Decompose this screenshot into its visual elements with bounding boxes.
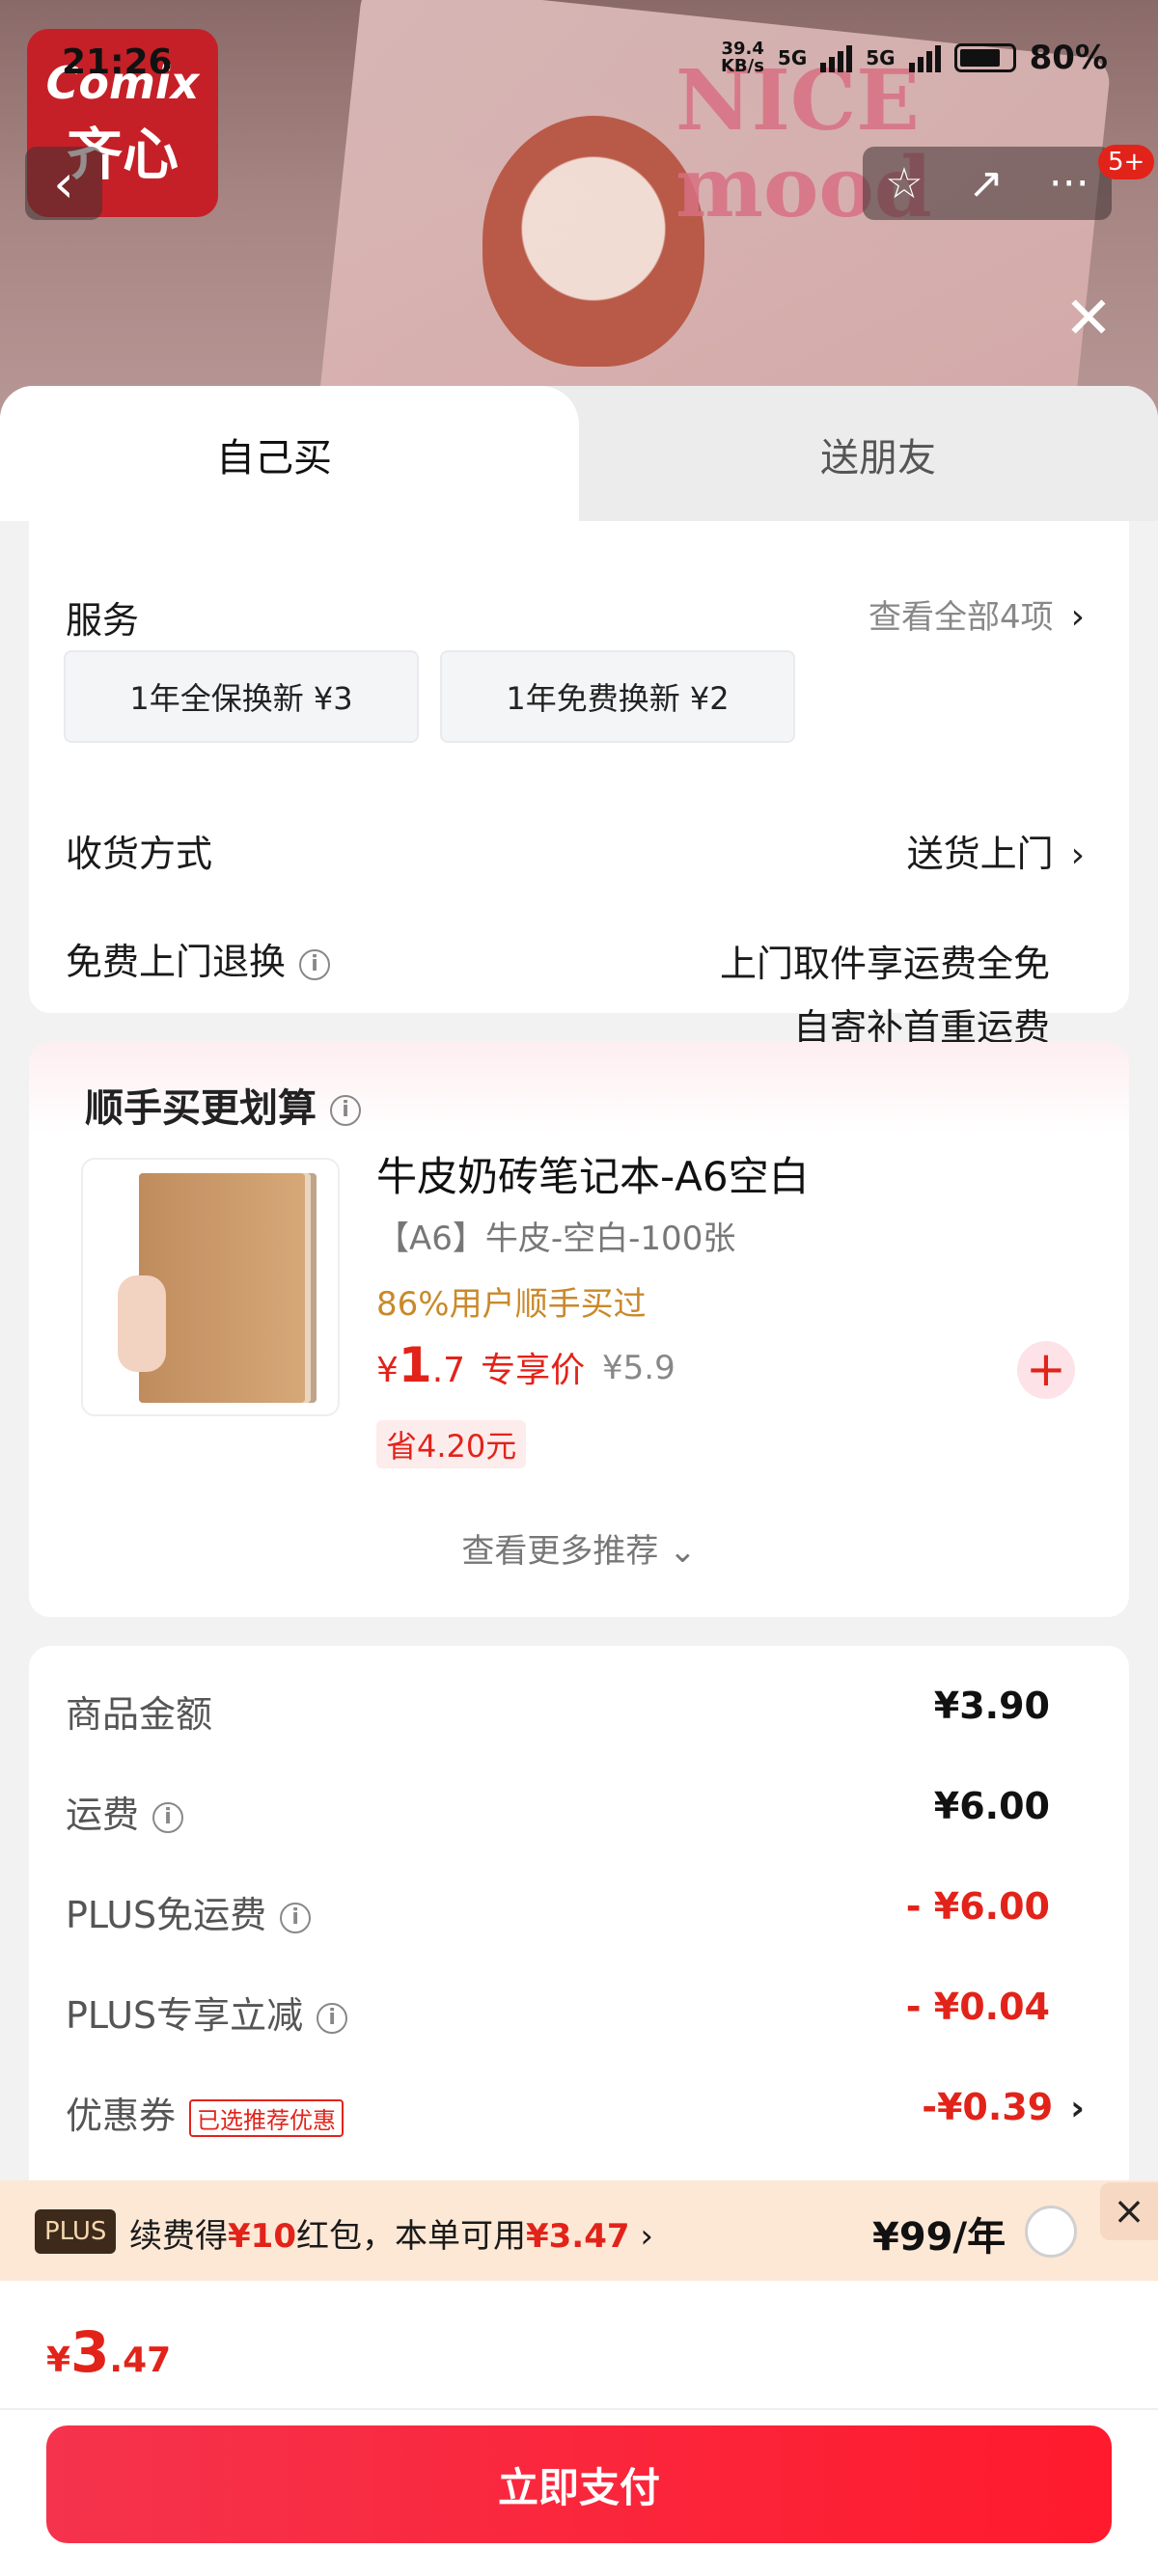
plus-text-a: 续费得: [129, 2217, 228, 2256]
free-return-detail: 上门取件享运费全免 自寄补首重运费: [720, 932, 1050, 1059]
close-icon[interactable]: ✕: [1060, 289, 1117, 347]
signal-icon: [820, 43, 853, 72]
coupon-recommended-tag: 已选推荐优惠: [189, 2099, 345, 2137]
free-return-line1: 上门取件享运费全免: [719, 943, 1050, 985]
plus-select-radio[interactable]: [1025, 2206, 1077, 2258]
add-addon-button[interactable]: +: [1017, 1341, 1075, 1399]
info-icon[interactable]: i: [299, 948, 331, 980]
fee-label-plus-discount-text: PLUS专享立减: [66, 1994, 304, 2037]
purchase-mode-tabs: 送朋友 自己买: [0, 386, 1158, 521]
battery-icon: [953, 43, 1016, 72]
favorite-icon[interactable]: ☆: [885, 159, 923, 208]
status-indicators: 39.4 KB/s 5G 5G 80%: [721, 39, 1108, 77]
fee-value-coupon[interactable]: -¥0.39 ›: [922, 2086, 1085, 2128]
more-icon[interactable]: ···: [1049, 159, 1089, 208]
addon-product-name[interactable]: 牛皮奶砖笔记本-A6空白: [376, 1144, 810, 1203]
service-option-2[interactable]: 1年免费换新 ¥2: [440, 650, 795, 743]
info-icon[interactable]: i: [317, 2002, 348, 2034]
nav-actions: ☆ ↗ ···: [863, 147, 1112, 220]
free-return-text: 免费上门退换: [66, 941, 287, 983]
network-type-1: 5G: [777, 46, 808, 69]
info-icon[interactable]: i: [152, 1801, 184, 1833]
delivery-value-text: 送货上门: [906, 833, 1054, 875]
back-icon: ‹: [53, 152, 74, 214]
plus-icon: +: [1026, 1341, 1066, 1397]
chevron-right-icon: ›: [629, 2217, 653, 2256]
status-bar: 21:26 39.4 KB/s 5G 5G 80%: [0, 39, 1158, 96]
chevron-right-icon: ›: [1070, 597, 1085, 637]
service-label: 服务: [66, 599, 140, 642]
tab-buy-self[interactable]: 自己买: [0, 386, 579, 521]
network-speed: 39.4 KB/s: [720, 39, 764, 76]
fee-label-shipping-text: 运费: [66, 1794, 140, 1836]
addon-product-original-price: ¥5.9: [602, 1349, 676, 1387]
pay-now-button[interactable]: 立即支付: [46, 2425, 1112, 2543]
service-view-all[interactable]: 查看全部4项 ›: [868, 590, 1085, 638]
fee-label-shipping: 运费 i: [66, 1785, 184, 1838]
status-time: 21:26: [62, 42, 173, 82]
fee-value-shipping: ¥6.00: [933, 1785, 1050, 1827]
hand-image: [118, 1275, 166, 1372]
fee-label-plus-discount: PLUS专享立减 i: [66, 1986, 348, 2039]
share-icon[interactable]: ↗: [968, 159, 1004, 208]
addon-product-savings: 省4.20元: [376, 1420, 527, 1468]
back-button[interactable]: ‹: [25, 147, 102, 220]
fee-value-goods: ¥3.90: [933, 1685, 1050, 1727]
total-dec: .47: [109, 2341, 172, 2380]
network-type-2: 5G: [866, 46, 896, 69]
price-int: 1: [398, 1337, 432, 1393]
free-return-label: 免费上门退换 i: [66, 932, 331, 985]
fee-label-coupon-text: 优惠券: [66, 2095, 177, 2137]
signal-icon-2: [908, 43, 941, 72]
payment-footer: ¥3.47 立即支付: [0, 2281, 1158, 2576]
plus-renewal-bar[interactable]: PLUS 续费得¥10红包，本单可用¥3.47 › ¥99/年: [0, 2180, 1158, 2281]
close-icon[interactable]: ×: [1100, 2182, 1158, 2240]
plus-price: ¥99/年: [872, 2215, 1006, 2260]
battery-level: 80%: [1029, 39, 1108, 77]
plus-renewal-text: 续费得¥10红包，本单可用¥3.47 ›: [129, 2209, 653, 2257]
price-dec: .7: [431, 1351, 466, 1390]
addon-product-popularity: 86%用户顺手买过: [376, 1285, 647, 1324]
fee-label-goods: 商品金额: [66, 1693, 213, 1736]
service-view-all-label: 查看全部4项: [868, 598, 1054, 637]
service-option-1[interactable]: 1年全保换新 ¥3: [64, 650, 419, 743]
plus-badge: PLUS: [35, 2209, 117, 2254]
fee-label-coupon: 优惠券 已选推荐优惠: [66, 2086, 345, 2139]
info-icon[interactable]: i: [280, 1902, 312, 1933]
addon-title-text: 顺手买更划算: [85, 1086, 317, 1131]
tab-gift-friend-label: 送朋友: [820, 436, 936, 480]
fee-value-coupon-text: -¥0.39: [922, 2086, 1054, 2128]
addon-product-image[interactable]: [81, 1158, 340, 1416]
delivery-value[interactable]: 送货上门 ›: [907, 824, 1085, 877]
plus-text-c: 红包，本单可用: [295, 2217, 526, 2256]
exclusive-price-tag: 专享价: [481, 1351, 586, 1390]
addon-recommend-card: 顺手买更划算 i 牛皮奶砖笔记本-A6空白 【A6】牛皮-空白-100张 86%用…: [29, 1042, 1129, 1617]
fee-value-plus-free-shipping: - ¥6.00: [905, 1885, 1050, 1928]
more-recommendations-link[interactable]: 查看更多推荐 ⌄: [29, 1524, 1129, 1572]
fee-value-plus-discount: - ¥0.04: [905, 1986, 1050, 2028]
chevron-right-icon: ›: [1070, 836, 1085, 875]
message-badge: 5+: [1098, 145, 1155, 179]
total-int: 3: [70, 2319, 110, 2385]
delivery-label: 收货方式: [66, 833, 213, 875]
addon-product-spec: 【A6】牛皮-空白-100张: [376, 1219, 736, 1258]
chevron-right-icon: ›: [1070, 2089, 1085, 2128]
price-symbol: ¥: [376, 1351, 399, 1390]
fee-label-plus-free-shipping: PLUS免运费 i: [66, 1885, 312, 1938]
info-icon[interactable]: i: [330, 1095, 361, 1126]
plus-text-b: ¥10: [228, 2217, 296, 2256]
service-card: 服务 查看全部4项 › 1年全保换新 ¥3 1年免费换新 ¥2 收货方式 送货上门…: [29, 473, 1129, 1049]
total-price: ¥3.47: [46, 2319, 171, 2385]
addon-product-price: ¥1.7 专享价: [376, 1337, 585, 1393]
tab-buy-self-label: 自己买: [216, 436, 332, 480]
tab-gift-friend[interactable]: 送朋友: [540, 386, 1158, 521]
total-symbol: ¥: [46, 2341, 71, 2380]
addon-title: 顺手买更划算 i: [85, 1077, 361, 1133]
plus-text-d: ¥3.47: [525, 2217, 630, 2256]
product-image-illustration: [482, 116, 704, 367]
divider: [0, 2408, 1158, 2410]
fee-label-plus-free-shipping-text: PLUS免运费: [66, 1894, 267, 1936]
